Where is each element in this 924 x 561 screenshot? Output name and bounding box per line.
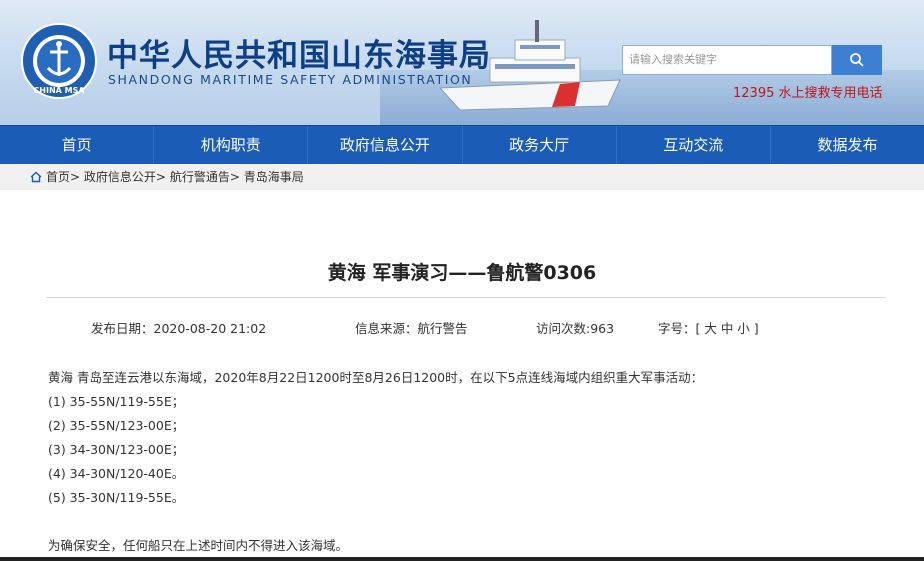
search-button[interactable] (832, 45, 882, 75)
nav-item-data-release[interactable]: 数据发布 (771, 126, 924, 164)
coordinate-point: (2) 35-55N/123-00E； (48, 418, 185, 433)
patrol-ship-image (438, 20, 621, 111)
breadcrumb-separator: > (229, 170, 240, 184)
search-input[interactable]: 请输入搜索关键字 (622, 45, 832, 75)
coordinate-point: (3) 34-30N/123-00E； (48, 442, 185, 457)
coordinate-point: (5) 35-30N/119-55E。 (48, 490, 185, 505)
coordinate-point: (4) 34-30N/120-40E。 (48, 466, 185, 481)
article-intro: 黄海 青岛至连云港以东海域，2020年8月22日1200时至8月26日1200时… (48, 370, 704, 385)
breadcrumb-separator: > (155, 170, 166, 184)
home-icon (30, 171, 42, 183)
breadcrumb-nav-warnings[interactable]: 航行警通告 (170, 170, 230, 184)
site-title-en: SHANDONG MARITIME SAFETY ADMINISTRATION (108, 72, 473, 87)
emblem-text: CHINA MSA (33, 86, 85, 95)
visit-count: 访问次数:963 (536, 321, 615, 336)
font-size-switcher[interactable]: 字号：[ 大 中 小 ] (658, 318, 759, 337)
site-header: CHINA MSA 中华人民共和国山东海事局 SHANDONG MARITIME… (0, 0, 924, 125)
publish-date: 发布日期：2020-08-20 21:02 (91, 321, 267, 336)
nav-item-service-hall[interactable]: 政务大厅 (463, 126, 617, 164)
main-nav: 首页 机构职责 政府信息公开 政务大厅 互动交流 数据发布 (0, 125, 924, 164)
article-title: 黄海 军事演习——鲁航警0306 (327, 262, 597, 284)
rescue-hotline: 12395 水上搜救专用电话 (733, 86, 883, 101)
msa-emblem-icon: CHINA MSA (21, 23, 97, 99)
nav-item-responsibilities[interactable]: 机构职责 (154, 126, 309, 164)
title-divider (46, 297, 886, 298)
nav-item-home[interactable]: 首页 (0, 126, 155, 164)
info-source: 信息来源：航行警告 (355, 321, 468, 336)
coordinate-point: (1) 35-55N/119-55E； (48, 394, 185, 409)
breadcrumb-gov-info[interactable]: 政府信息公开 (84, 170, 156, 184)
breadcrumb-qingdao-msa[interactable]: 青岛海事局 (244, 170, 304, 184)
search-icon (850, 53, 864, 67)
breadcrumb-home[interactable]: 首页 (46, 170, 70, 184)
nav-item-interaction[interactable]: 互动交流 (617, 126, 771, 164)
safety-notice: 为确保安全，任何船只在上述时间内不得进入该海域。 (48, 538, 349, 553)
breadcrumb: 首页> 政府信息公开> 航行警通告> 青岛海事局 (0, 164, 924, 190)
breadcrumb-separator: > (70, 170, 81, 184)
bottom-border (0, 557, 924, 561)
nav-item-gov-info[interactable]: 政府信息公开 (308, 126, 463, 164)
